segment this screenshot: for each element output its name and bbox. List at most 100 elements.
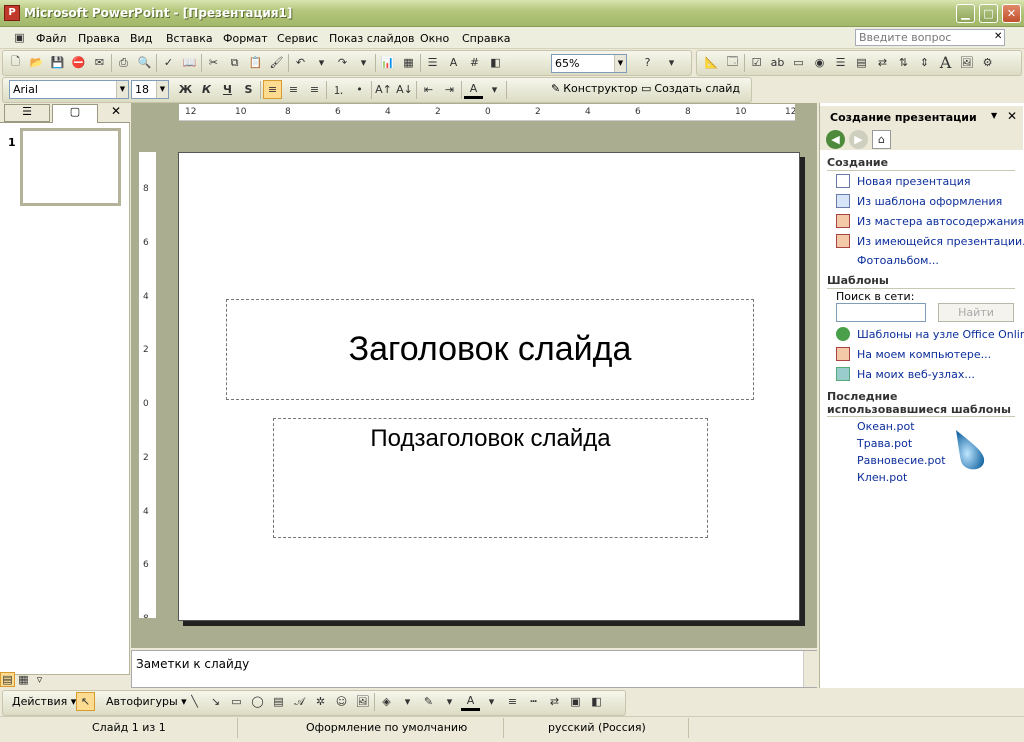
slide-sorter-icon[interactable]: ▦: [16, 672, 31, 687]
link-on-my-computer[interactable]: На моем компьютере...: [857, 348, 991, 361]
arrow-icon[interactable]: ↘: [206, 692, 225, 711]
menu-tools[interactable]: Сервис: [277, 32, 318, 45]
help-icon[interactable]: ?: [638, 53, 657, 72]
actions-menu[interactable]: Действия ▾: [12, 695, 76, 708]
forward-icon[interactable]: ▶: [849, 130, 868, 149]
align-right-icon[interactable]: ≡: [305, 80, 324, 99]
normal-view-icon[interactable]: ▤: [0, 672, 15, 687]
redo-icon[interactable]: ↷: [333, 53, 352, 72]
pane-close-icon[interactable]: ✕: [111, 104, 121, 118]
draw-font-color-icon[interactable]: A: [461, 692, 480, 711]
increase-font-icon[interactable]: A↑: [374, 80, 393, 99]
menu-slideshow[interactable]: Показ слайдов: [329, 32, 415, 45]
zoom-select[interactable]: 65% ▼: [551, 54, 627, 73]
menu-edit[interactable]: Правка: [78, 32, 120, 45]
shadow-button[interactable]: S: [239, 80, 258, 99]
undo-icon[interactable]: ↶: [291, 53, 310, 72]
checkbox-icon[interactable]: ☑: [747, 53, 766, 72]
listbox-icon[interactable]: ☰: [831, 53, 850, 72]
home-icon[interactable]: ⌂: [872, 130, 891, 149]
link-recent-template[interactable]: Океан.pot: [857, 420, 915, 433]
properties-icon[interactable]: 🗔: [723, 53, 742, 72]
spin-button-icon[interactable]: ⇅: [894, 53, 913, 72]
dash-style-icon[interactable]: ┅: [524, 692, 543, 711]
slide-canvas[interactable]: Заголовок слайда Подзаголовок слайда: [178, 152, 800, 621]
link-recent-template[interactable]: Трава.pot: [857, 437, 912, 450]
line-style-icon[interactable]: ≡: [503, 692, 522, 711]
select-objects-icon[interactable]: ↖: [76, 692, 95, 711]
search-online-input[interactable]: [836, 303, 926, 322]
increase-indent-icon[interactable]: ⇥: [440, 80, 459, 99]
fill-color-icon[interactable]: ◈: [377, 692, 396, 711]
insert-picture-icon[interactable]: 🖼: [353, 692, 372, 711]
open-icon[interactable]: 📂: [27, 53, 46, 72]
print-preview-icon[interactable]: 🔍: [135, 53, 154, 72]
decrease-font-icon[interactable]: A↓: [395, 80, 414, 99]
new-slide-button[interactable]: ▭ Создать слайд: [641, 82, 740, 95]
back-icon[interactable]: ◀: [826, 130, 845, 149]
slide-subtitle-placeholder[interactable]: Подзаголовок слайда: [273, 418, 708, 538]
task-pane-close-icon[interactable]: ✕: [1007, 109, 1017, 123]
help-question-input[interactable]: Введите вопрос: [855, 29, 1005, 46]
textbox-icon[interactable]: ab: [768, 53, 787, 72]
font-select[interactable]: Arial ▼: [9, 80, 129, 99]
autoshapes-menu[interactable]: Автофигуры ▾: [106, 695, 187, 708]
bullets-icon[interactable]: •: [350, 80, 369, 99]
copy-icon[interactable]: ⧉: [225, 53, 244, 72]
align-left-icon[interactable]: ≡: [263, 80, 282, 99]
draw-font-color-dropdown-icon[interactable]: ▾: [482, 692, 501, 711]
command-button-icon[interactable]: ▭: [789, 53, 808, 72]
menu-view[interactable]: Вид: [130, 32, 152, 45]
close-button[interactable]: ✕: [1002, 4, 1021, 23]
link-new-presentation[interactable]: Новая презентация: [857, 175, 971, 188]
menu-format[interactable]: Формат: [223, 32, 268, 45]
paste-icon[interactable]: 📋: [246, 53, 265, 72]
line-color-icon[interactable]: ✎: [419, 692, 438, 711]
close-document-icon[interactable]: ✕: [994, 31, 1002, 42]
spelling-icon[interactable]: ✓: [159, 53, 178, 72]
notes-scrollbar[interactable]: [803, 651, 817, 687]
image-icon[interactable]: 🖼: [957, 53, 976, 72]
font-color-dropdown-icon[interactable]: ▾: [485, 80, 504, 99]
menu-insert[interactable]: Вставка: [166, 32, 213, 45]
link-recent-template[interactable]: Равновесие.pot: [857, 454, 946, 467]
font-size-select[interactable]: 18 ▼: [131, 80, 169, 99]
rectangle-icon[interactable]: ▭: [227, 692, 246, 711]
undo-dropdown-icon[interactable]: ▾: [312, 53, 331, 72]
bold-button[interactable]: Ж: [176, 80, 195, 99]
more-controls-icon[interactable]: ⚙: [978, 53, 997, 72]
line-color-dropdown-icon[interactable]: ▾: [440, 692, 459, 711]
link-office-online-templates[interactable]: Шаблоны на узле Office Online: [857, 328, 1024, 341]
align-center-icon[interactable]: ≡: [284, 80, 303, 99]
chevron-down-icon[interactable]: ▼: [614, 55, 626, 72]
slides-tab[interactable]: ▢: [52, 104, 98, 123]
menu-window[interactable]: Окно: [420, 32, 449, 45]
label-icon[interactable]: A: [936, 53, 955, 72]
slideshow-icon[interactable]: ▿: [32, 672, 47, 687]
notes-pane[interactable]: Заметки к слайду: [131, 650, 817, 688]
wordart-icon[interactable]: 𝒜: [290, 692, 309, 711]
maximize-button[interactable]: □: [979, 4, 998, 23]
format-painter-icon[interactable]: 🖌: [267, 53, 286, 72]
italic-button[interactable]: К: [197, 80, 216, 99]
decrease-indent-icon[interactable]: ⇤: [419, 80, 438, 99]
link-photo-album[interactable]: Фотоальбом...: [857, 254, 939, 267]
insert-table-icon[interactable]: ▦: [399, 53, 418, 72]
numbering-icon[interactable]: ⒈: [329, 80, 348, 99]
font-color-icon[interactable]: A: [464, 80, 483, 99]
link-recent-template[interactable]: Клен.pot: [857, 471, 907, 484]
shadow-style-icon[interactable]: ▣: [566, 692, 585, 711]
color-grayscale-icon[interactable]: ◧: [486, 53, 505, 72]
new-icon[interactable]: 🗋: [6, 53, 25, 72]
powerpoint-app-icon[interactable]: P: [4, 5, 20, 21]
line-icon[interactable]: ╲: [185, 692, 204, 711]
show-grid-icon[interactable]: #: [465, 53, 484, 72]
designer-button[interactable]: ✎ Конструктор: [551, 82, 638, 95]
document-icon[interactable]: ▣: [10, 28, 29, 47]
show-formatting-icon[interactable]: A: [444, 53, 463, 72]
print-icon[interactable]: ⎙: [114, 53, 133, 72]
chevron-down-icon[interactable]: ▼: [116, 81, 128, 98]
underline-button[interactable]: Ч: [218, 80, 237, 99]
scrollbar-icon[interactable]: ⇕: [915, 53, 934, 72]
redo-dropdown-icon[interactable]: ▾: [354, 53, 373, 72]
